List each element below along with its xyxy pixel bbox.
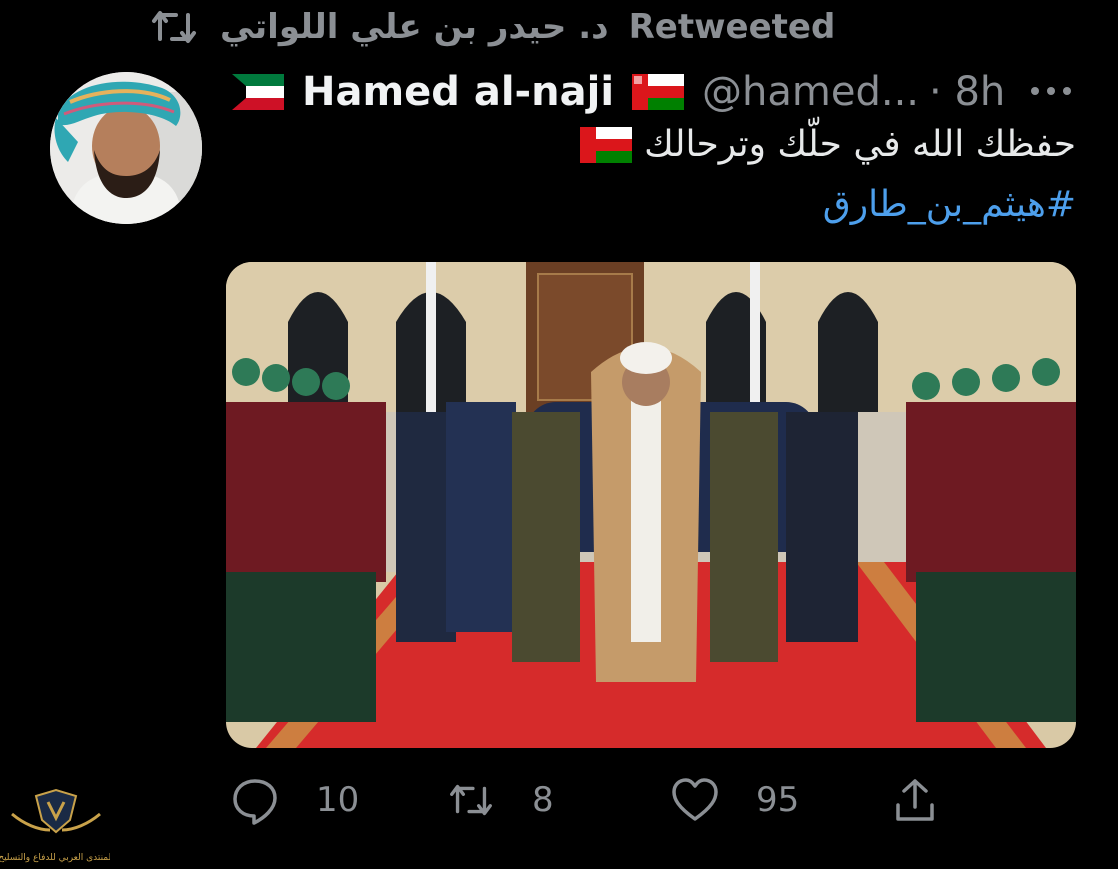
- reply-action[interactable]: 10: [230, 770, 359, 830]
- like-action[interactable]: 95: [670, 770, 799, 830]
- retweeted-label: Retweeted: [628, 7, 836, 47]
- tweet-photo[interactable]: [226, 262, 1076, 748]
- hashtag-link[interactable]: #هيثم_بن_طارق: [823, 184, 1076, 225]
- reply-count: 10: [316, 780, 360, 820]
- forum-watermark: المنتدى العربي للدفاع والتسليح: [0, 780, 114, 865]
- reply-icon[interactable]: [230, 775, 280, 825]
- retweet-action[interactable]: 8: [446, 770, 554, 830]
- tweet-body: حفظك الله في حلّك وترحالك: [644, 124, 1076, 165]
- heart-icon[interactable]: [670, 775, 720, 825]
- tweet-actions: 10 8 95: [226, 770, 986, 830]
- oman-flag-icon: [580, 126, 633, 163]
- author-name[interactable]: Hamed al-naji: [302, 69, 614, 115]
- share-action[interactable]: [890, 770, 940, 830]
- tweet-header: Hamed al-naji @hamed... · 8h: [232, 66, 1005, 118]
- tweet-time[interactable]: · 8h: [929, 69, 1005, 115]
- tweet-text: حفظك الله في حلّك وترحالك: [580, 124, 1076, 165]
- retweet-count: 8: [532, 780, 554, 820]
- retweet-icon: [152, 11, 196, 43]
- more-icon[interactable]: [1028, 76, 1074, 106]
- avatar[interactable]: [50, 72, 202, 224]
- oman-flag-icon: [632, 74, 685, 110]
- like-count: 95: [756, 780, 800, 820]
- share-icon[interactable]: [890, 775, 940, 825]
- retweet-context: د. حيدر بن علي اللواتي Retweeted: [148, 4, 835, 50]
- retweet-icon[interactable]: [446, 775, 496, 825]
- watermark-text: المنتدى العربي للدفاع والتسليح: [0, 853, 110, 863]
- retweeter-name[interactable]: د. حيدر بن علي اللواتي: [220, 7, 609, 47]
- kuwait-flag-icon: [232, 74, 284, 110]
- author-handle[interactable]: @hamed...: [702, 69, 919, 115]
